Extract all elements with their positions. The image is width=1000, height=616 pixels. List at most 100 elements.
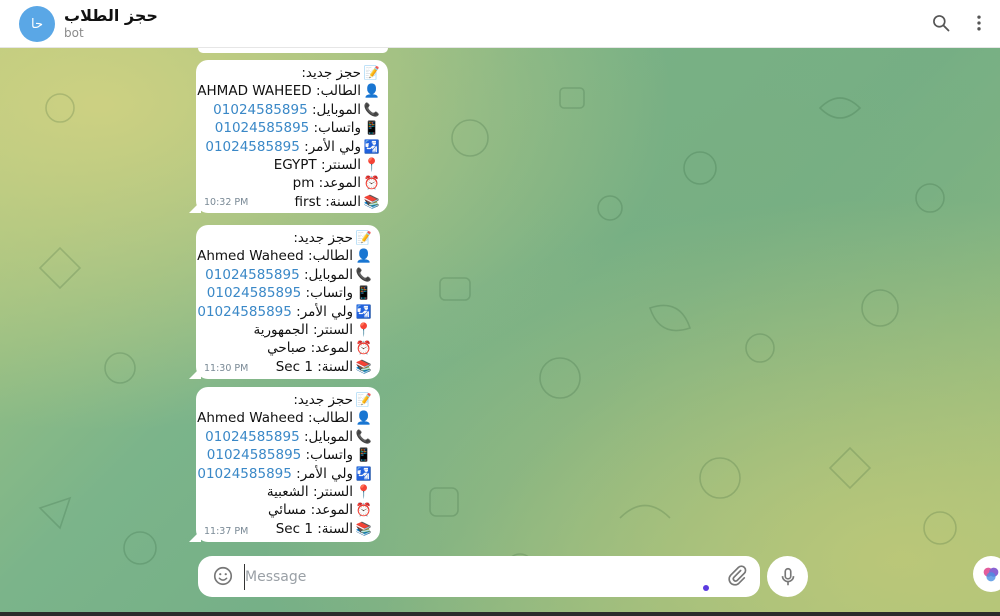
line-value: first xyxy=(294,193,321,210)
paperclip-icon[interactable] xyxy=(726,565,748,587)
message-line: 📝حجز جديد: xyxy=(202,391,372,409)
line-label: حجز جديد: xyxy=(293,230,353,246)
line-value: صباحي xyxy=(267,340,307,357)
voice-record-button[interactable] xyxy=(767,556,808,597)
message-line: ⏰الموعد: pm xyxy=(202,174,380,192)
chat-subtitle: bot xyxy=(64,26,84,40)
message-line: 📞الموبايل: 01024585895 xyxy=(202,428,372,446)
line-emoji-icon: 📞 xyxy=(363,102,380,118)
message-line: ⏰الموعد: مسائي xyxy=(202,501,372,519)
message-line: 📝حجز جديد: xyxy=(202,229,372,247)
phone-link[interactable]: 01024585895 xyxy=(215,120,309,136)
line-emoji-icon: ⏰ xyxy=(355,341,372,357)
message-line: 🛂ولي الأمر: 01024585895 xyxy=(202,138,380,156)
line-emoji-icon: 📝 xyxy=(363,66,380,81)
more-menu-button[interactable] xyxy=(967,11,991,35)
line-label: السنة: xyxy=(325,193,361,210)
line-label: ولي الأمر: xyxy=(296,465,353,482)
line-emoji-icon: 📍 xyxy=(355,322,372,338)
line-label: الموبايل: xyxy=(303,428,353,445)
line-emoji-icon: 📚 xyxy=(355,359,372,375)
line-emoji-icon: 📚 xyxy=(355,521,372,537)
line-emoji-icon: 🛂 xyxy=(355,466,372,482)
background-pattern xyxy=(38,87,957,583)
phone-link[interactable]: 01024585895 xyxy=(205,429,299,445)
chat-title[interactable]: حجز الطلاب xyxy=(64,6,158,25)
message-input[interactable] xyxy=(244,564,687,590)
line-value: Sec 1 xyxy=(275,358,313,375)
line-label: السنتر: xyxy=(312,321,353,338)
message-line: 📍السنتر: الشعبية xyxy=(202,483,372,501)
message-bubble[interactable]: 📝حجز جديد: 👤الطالب: Ahmed Waheed 📞الموبايل… xyxy=(196,387,380,542)
line-label: السنتر: xyxy=(320,156,361,173)
microphone-icon xyxy=(781,567,794,585)
search-icon xyxy=(933,15,950,32)
line-label: السنة: xyxy=(317,520,353,537)
message-line: 👤الطالب: Ahmed Waheed xyxy=(197,247,372,265)
line-emoji-icon: 📞 xyxy=(355,429,372,445)
message-line: ⏰الموعد: صباحي xyxy=(202,339,372,357)
line-label: حجز جديد: xyxy=(301,65,361,81)
line-emoji-icon: 📞 xyxy=(355,267,372,283)
search-button[interactable] xyxy=(929,11,953,35)
line-label: واتساب: xyxy=(313,120,361,137)
message-time: 11:37 PM xyxy=(204,526,249,537)
line-label: واتساب: xyxy=(305,447,353,464)
message-line: 👤الطالب: AHMAD WAHEED xyxy=(197,82,380,100)
line-label: الموعد: xyxy=(310,502,353,519)
line-emoji-icon: 🛂 xyxy=(355,304,372,320)
message-line: 🛂ولي الأمر: 01024585895 xyxy=(197,303,372,321)
smile-icon[interactable] xyxy=(212,565,234,587)
message-line: 📞الموبايل: 01024585895 xyxy=(202,101,380,119)
line-value: pm xyxy=(292,175,315,192)
message-line: 📱واتساب: 01024585895 xyxy=(202,119,380,137)
phone-link[interactable]: 01024585895 xyxy=(213,102,307,118)
message-line: 👤الطالب: Ahmed Waheed xyxy=(197,409,372,427)
message-line: 🛂ولي الأمر: 01024585895 xyxy=(197,465,372,483)
line-emoji-icon: 📝 xyxy=(355,231,372,246)
line-label: الموبايل: xyxy=(303,266,353,283)
line-emoji-icon: 📍 xyxy=(363,157,380,173)
line-emoji-icon: 📱 xyxy=(355,448,372,464)
taskbar-edge xyxy=(0,612,1000,616)
chat-header: حا حجز الطلاب bot xyxy=(0,0,1000,48)
line-emoji-icon: 👤 xyxy=(363,84,380,100)
more-vert-icon xyxy=(977,15,981,31)
message-bubble[interactable]: 📝حجز جديد: 👤الطالب: Ahmed Waheed 📞الموبايل… xyxy=(196,225,380,379)
line-emoji-icon: 📚 xyxy=(363,194,380,210)
message-bubble[interactable]: 📝حجز جديد: 👤الطالب: AHMAD WAHEED 📞الموبايل… xyxy=(196,60,388,213)
line-value: الجمهورية xyxy=(253,321,309,338)
message-line: 📱واتساب: 01024585895 xyxy=(202,284,372,302)
line-value: Ahmed Waheed xyxy=(197,410,304,427)
chat-area[interactable]: 📝حجز جديد: 👤الطالب: AHMAD WAHEED 📞الموبايل… xyxy=(0,48,1000,616)
message-line: 📍السنتر: الجمهورية xyxy=(202,321,372,339)
message-time: 10:32 PM xyxy=(204,197,249,208)
phone-link[interactable]: 01024585895 xyxy=(205,139,299,155)
line-label: الموعد: xyxy=(318,175,361,192)
line-label: الموبايل: xyxy=(311,101,361,118)
line-label: واتساب: xyxy=(305,285,353,302)
message-line: 📍السنتر: EGYPT xyxy=(202,156,380,174)
phone-link[interactable]: 01024585895 xyxy=(197,304,291,320)
phone-link[interactable]: 01024585895 xyxy=(207,447,301,463)
line-value: Sec 1 xyxy=(275,520,313,537)
line-value: EGYPT xyxy=(273,156,317,173)
line-emoji-icon: 🛂 xyxy=(363,139,380,155)
line-emoji-icon: ⏰ xyxy=(363,176,380,192)
line-label: الطالب: xyxy=(316,83,361,100)
status-dot xyxy=(703,585,709,591)
phone-link[interactable]: 01024585895 xyxy=(207,285,301,301)
line-emoji-icon: 📱 xyxy=(363,121,380,137)
line-emoji-icon: 📱 xyxy=(355,286,372,302)
line-value: الشعبية xyxy=(266,483,309,500)
line-label: حجز جديد: xyxy=(293,392,353,408)
line-value: AHMAD WAHEED xyxy=(197,83,312,100)
message-time: 11:30 PM xyxy=(204,363,249,374)
line-value: مسائي xyxy=(267,502,307,519)
message-composer xyxy=(198,556,760,597)
line-emoji-icon: 👤 xyxy=(355,411,372,427)
phone-link[interactable]: 01024585895 xyxy=(205,267,299,283)
avatar[interactable]: حا xyxy=(19,6,55,42)
phone-link[interactable]: 01024585895 xyxy=(197,466,291,482)
line-value: Ahmed Waheed xyxy=(197,248,304,265)
